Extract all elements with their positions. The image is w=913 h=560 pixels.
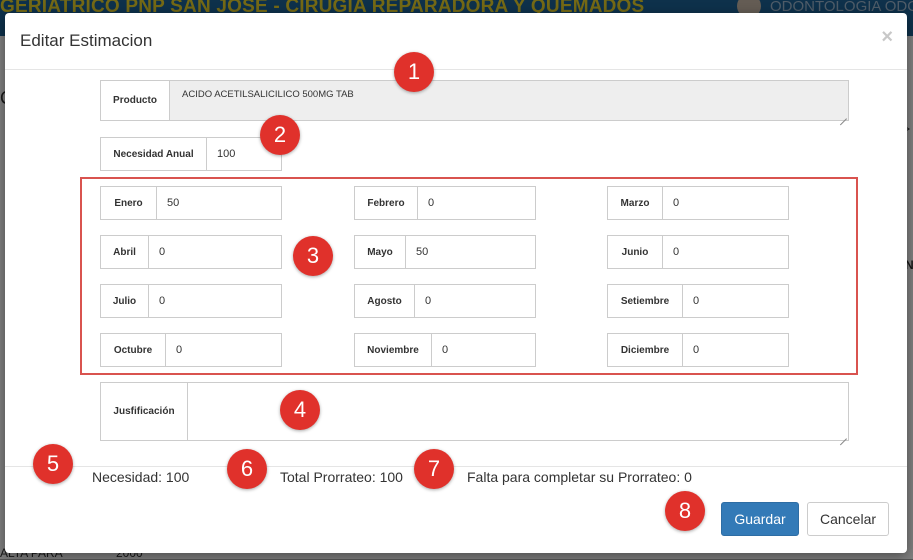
annotation-marker-1: 1	[394, 52, 434, 92]
annotation-marker-6: 6	[227, 449, 267, 489]
producto-field[interactable]: ACIDO ACETILSALICILICO 500MG TAB	[169, 80, 849, 121]
month-input-junio[interactable]: 0	[662, 235, 789, 269]
month-label-junio: Junio	[607, 235, 663, 269]
falta-prorrateo-summary: Falta para completar su Prorrateo: 0	[467, 469, 692, 485]
necesidad-anual-label: Necesidad Anual	[100, 137, 207, 171]
month-label-enero: Enero	[100, 186, 157, 220]
modal-title: Editar Estimacion	[20, 31, 153, 50]
annotation-marker-4: 4	[280, 390, 320, 430]
month-label-setiembre: Setiembre	[607, 284, 683, 318]
justificacion-label: Jusfificación	[100, 382, 188, 441]
month-label-diciembre: Diciembre	[607, 333, 683, 367]
necesidad-summary: Necesidad: 100	[92, 469, 190, 485]
month-input-febrero[interactable]: 0	[417, 186, 536, 220]
save-button[interactable]: Guardar	[721, 502, 799, 536]
month-input-noviembre[interactable]: 0	[431, 333, 536, 367]
month-label-marzo: Marzo	[607, 186, 663, 220]
annotation-marker-3: 3	[293, 236, 333, 276]
annotation-marker-7: 7	[414, 449, 454, 489]
edit-estimate-modal: Editar Estimacion × Producto ACIDO ACETI…	[5, 13, 907, 553]
resize-handle-icon[interactable]	[840, 432, 847, 439]
close-icon[interactable]: ×	[881, 27, 893, 47]
month-label-mayo: Mayo	[354, 235, 406, 269]
producto-value: ACIDO ACETILSALICILICO 500MG TAB	[182, 89, 354, 100]
month-label-abril: Abril	[100, 235, 149, 269]
producto-label: Producto	[100, 80, 170, 121]
annotation-marker-2: 2	[260, 115, 300, 155]
month-label-octubre: Octubre	[100, 333, 166, 367]
month-input-setiembre[interactable]: 0	[682, 284, 789, 318]
header-divider	[5, 69, 907, 70]
month-label-agosto: Agosto	[354, 284, 415, 318]
month-label-febrero: Febrero	[354, 186, 418, 220]
month-input-julio[interactable]: 0	[148, 284, 282, 318]
annotation-marker-5: 5	[33, 444, 73, 484]
cancel-button[interactable]: Cancelar	[807, 502, 889, 536]
annotation-marker-8: 8	[665, 491, 705, 531]
footer-divider	[5, 466, 907, 467]
month-input-diciembre[interactable]: 0	[682, 333, 789, 367]
month-input-mayo[interactable]: 50	[405, 235, 536, 269]
month-input-abril[interactable]: 0	[148, 235, 282, 269]
resize-handle-icon[interactable]	[840, 112, 847, 119]
month-label-noviembre: Noviembre	[354, 333, 432, 367]
total-prorrateo-summary: Total Prorrateo: 100	[280, 469, 403, 485]
month-input-enero[interactable]: 50	[156, 186, 282, 220]
month-input-octubre[interactable]: 0	[165, 333, 282, 367]
month-input-agosto[interactable]: 0	[414, 284, 536, 318]
month-input-marzo[interactable]: 0	[662, 186, 789, 220]
month-label-julio: Julio	[100, 284, 149, 318]
